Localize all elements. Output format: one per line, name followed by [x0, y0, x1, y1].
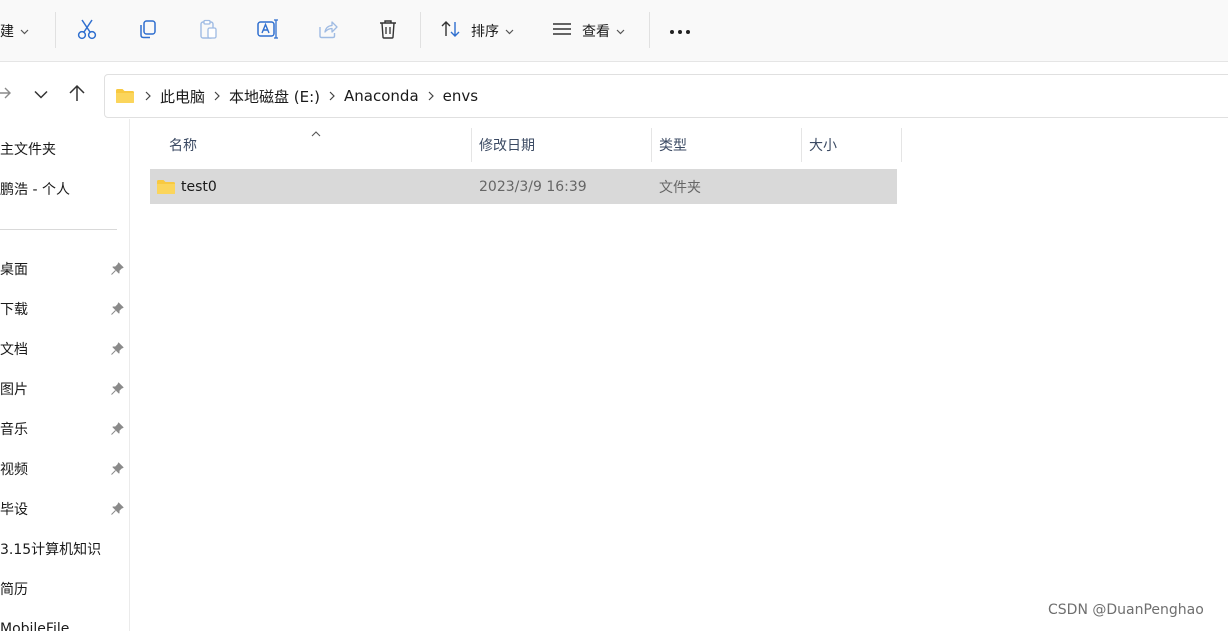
- sidebar-item-home[interactable]: 主文件夹: [0, 134, 129, 164]
- sidebar-item-label: 视频: [0, 462, 28, 478]
- column-header-name[interactable]: 名称: [169, 128, 197, 162]
- sidebar-item-downloads[interactable]: 下载: [0, 294, 129, 324]
- chevron-down-icon: [20, 23, 29, 39]
- sidebar-item-resume[interactable]: 简历: [0, 574, 129, 604]
- breadcrumb-anaconda[interactable]: Anaconda: [344, 87, 419, 105]
- sidebar-item-label: 文档: [0, 342, 28, 358]
- column-divider[interactable]: [901, 128, 902, 162]
- new-label: 新建: [0, 24, 14, 40]
- scissors-icon: [76, 18, 98, 44]
- chevron-right-icon: [214, 91, 220, 101]
- chevron-down-icon: [505, 23, 514, 39]
- chevron-down-icon: [34, 87, 48, 103]
- sidebar-item-label: 图片: [0, 382, 28, 398]
- breadcrumb-envs[interactable]: envs: [443, 87, 478, 105]
- breadcrumb-local-disk[interactable]: 本地磁盘 (E:): [229, 86, 320, 107]
- toolbar-separator: [649, 12, 650, 48]
- column-header-type[interactable]: 类型: [659, 128, 687, 162]
- address-bar[interactable]: 此电脑 本地磁盘 (E:) Anaconda envs: [104, 74, 1228, 118]
- delete-button[interactable]: [377, 0, 399, 62]
- copy-button[interactable]: [137, 0, 159, 62]
- sidebar-item-videos[interactable]: 视频: [0, 454, 129, 484]
- arrow-right-icon: [0, 85, 12, 105]
- sidebar-item-label: 桌面: [0, 262, 28, 278]
- recent-locations-button[interactable]: [27, 80, 55, 110]
- up-button[interactable]: [63, 80, 91, 110]
- rename-icon: [256, 18, 280, 44]
- clipboard-icon: [197, 18, 219, 44]
- toolbar-separator: [55, 12, 56, 48]
- sidebar-item-pictures[interactable]: 图片: [0, 374, 129, 404]
- forward-button[interactable]: [0, 80, 18, 110]
- chevron-right-icon: [329, 91, 335, 101]
- sidebar-item-onedrive[interactable]: 鹏浩 - 个人: [0, 174, 129, 204]
- sidebar-item-mobilefile[interactable]: MobileFile: [0, 614, 129, 631]
- sidebar-item-label: 音乐: [0, 422, 28, 438]
- chevron-right-icon: [428, 91, 434, 101]
- sidebar-item-label: 下载: [0, 302, 28, 318]
- chevron-down-icon: [616, 23, 625, 39]
- sidebar-item-cs-knowledge[interactable]: 3.15计算机知识: [0, 534, 129, 564]
- paste-button[interactable]: [197, 0, 219, 62]
- column-header-modified[interactable]: 修改日期: [479, 128, 535, 162]
- toolbar-separator: [420, 12, 421, 48]
- pin-icon: [110, 502, 124, 520]
- sidebar-item-documents[interactable]: 文档: [0, 334, 129, 364]
- sidebar-item-label: 鹏浩 - 个人: [0, 182, 70, 198]
- rename-button[interactable]: [256, 0, 280, 62]
- pin-icon: [110, 262, 124, 280]
- view-list-icon: [552, 21, 572, 41]
- sort-ascending-icon: [310, 126, 322, 142]
- cut-button[interactable]: [76, 0, 98, 62]
- column-divider[interactable]: [471, 128, 472, 162]
- sidebar-item-label: MobileFile: [0, 621, 70, 631]
- view-label: 查看: [582, 24, 610, 40]
- pin-icon: [110, 462, 124, 480]
- command-bar: 新建: [0, 0, 1228, 62]
- navigation-pane: 主文件夹 鹏浩 - 个人 桌面 下载 文档 图片 音乐 视频 毕设 3.15计算…: [0, 119, 130, 631]
- breadcrumb-this-pc[interactable]: 此电脑: [160, 86, 205, 107]
- pin-icon: [110, 422, 124, 440]
- watermark: CSDN @DuanPenghao: [1048, 602, 1204, 618]
- file-type: 文件夹: [659, 179, 701, 196]
- sidebar-item-music[interactable]: 音乐: [0, 414, 129, 444]
- more-options-button[interactable]: [669, 0, 691, 62]
- new-button[interactable]: 新建: [0, 0, 29, 62]
- sidebar-item-desktop[interactable]: 桌面: [0, 254, 129, 284]
- share-button[interactable]: [317, 0, 339, 62]
- file-modified: 2023/3/9 16:39: [479, 178, 587, 195]
- pin-icon: [110, 382, 124, 400]
- share-icon: [317, 18, 339, 44]
- sort-button[interactable]: 排序: [440, 0, 514, 62]
- view-button[interactable]: 查看: [552, 0, 625, 62]
- file-row[interactable]: test0 2023/3/9 16:39 文件夹: [150, 169, 897, 204]
- sidebar-item-label: 主文件夹: [0, 142, 56, 158]
- more-icon: [669, 23, 691, 39]
- column-divider[interactable]: [801, 128, 802, 162]
- trash-icon: [377, 18, 399, 44]
- copy-icon: [137, 18, 159, 44]
- folder-icon: [115, 88, 135, 104]
- sort-arrows-icon: [440, 19, 462, 43]
- sidebar-divider: [0, 229, 117, 230]
- pin-icon: [110, 342, 124, 360]
- file-name: test0: [181, 178, 217, 195]
- column-header-row: 名称 修改日期 类型 大小: [150, 128, 902, 162]
- chevron-right-icon: [145, 91, 151, 101]
- sort-label: 排序: [471, 24, 499, 40]
- pin-icon: [110, 302, 124, 320]
- column-header-size[interactable]: 大小: [809, 128, 837, 162]
- sidebar-item-thesis[interactable]: 毕设: [0, 494, 129, 524]
- sidebar-item-label: 简历: [0, 582, 28, 598]
- folder-icon: [156, 169, 176, 204]
- sidebar-item-label: 3.15计算机知识: [0, 542, 102, 558]
- arrow-up-icon: [68, 84, 86, 106]
- sidebar-item-label: 毕设: [0, 502, 28, 518]
- column-divider[interactable]: [651, 128, 652, 162]
